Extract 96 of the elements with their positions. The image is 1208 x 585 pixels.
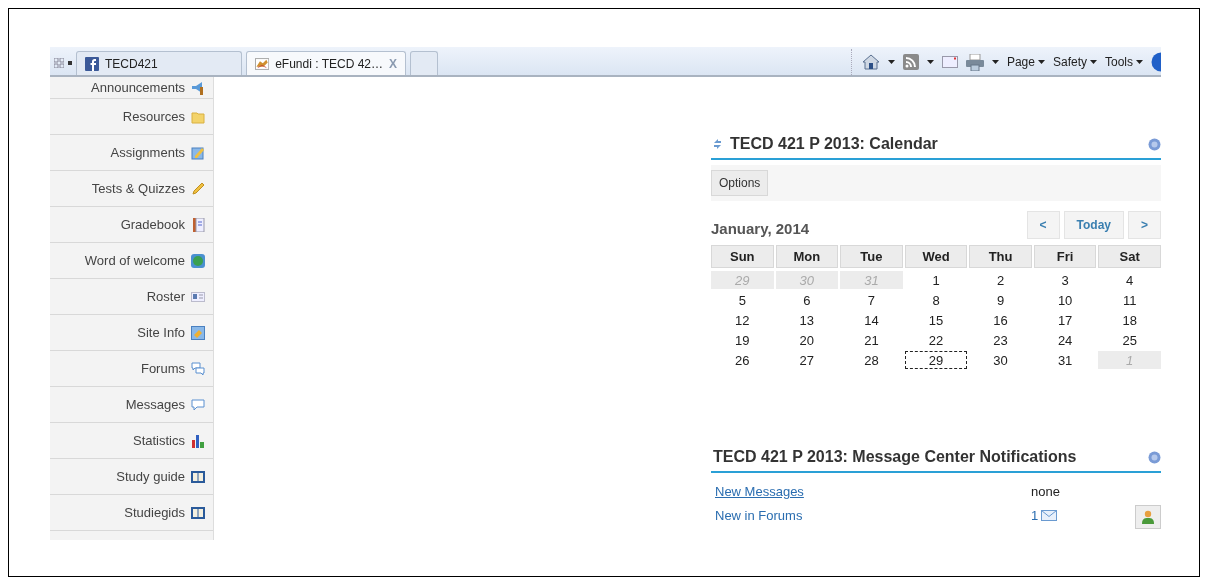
next-button[interactable]: > — [1128, 211, 1161, 239]
sidebar-item[interactable]: Announcements — [50, 77, 213, 99]
calendar-day[interactable]: 29 — [904, 351, 968, 369]
previous-button[interactable]: < — [1026, 211, 1060, 239]
calendar-day[interactable]: 30 — [969, 351, 1032, 369]
calendar-day[interactable]: 10 — [1033, 291, 1097, 309]
pencil-icon — [191, 181, 205, 196]
calendar-day[interactable]: 28 — [840, 351, 903, 369]
calendar-day[interactable]: 24 — [1033, 331, 1097, 349]
home-icon[interactable] — [861, 54, 880, 70]
weekday-header: Tue — [840, 245, 903, 268]
sidebar-item[interactable]: Messages — [50, 387, 213, 423]
calendar-day[interactable]: 17 — [1033, 311, 1097, 329]
menu-button[interactable]: Tools — [1105, 55, 1143, 69]
notification-value: none — [1031, 483, 1060, 499]
bar-chart-icon — [191, 433, 205, 448]
sidebar-item[interactable]: Resources — [50, 99, 213, 135]
open-book-icon — [191, 469, 205, 484]
portlet-title: TECD 421 P 2013: Calendar — [730, 135, 938, 153]
calendar-day[interactable]: 3 — [1033, 271, 1097, 289]
calendar-day[interactable]: 27 — [775, 351, 839, 369]
envelope-icon[interactable] — [1041, 509, 1058, 521]
help-icon[interactable] — [1148, 137, 1161, 151]
weekday-header: Sun — [711, 245, 774, 268]
megaphone-icon — [191, 80, 205, 95]
sidebar-item[interactable]: Statistics — [50, 423, 213, 459]
menu-button[interactable]: Page — [1006, 55, 1045, 69]
options-button[interactable]: Options — [711, 170, 769, 196]
calendar-day[interactable]: 6 — [775, 291, 839, 309]
book-icon — [191, 217, 205, 232]
weekday-header: Mon — [775, 245, 839, 268]
sidebar-item[interactable]: Tests & Quizzes — [50, 171, 213, 207]
month-label: January, 2014 — [711, 220, 810, 237]
card-icon — [191, 289, 205, 304]
calendar-day[interactable]: 16 — [969, 311, 1032, 329]
calendar-day[interactable]: 22 — [904, 331, 968, 349]
weekday-header: Fri — [1033, 245, 1097, 268]
calendar-day[interactable]: 2 — [969, 271, 1032, 289]
calendar-day[interactable]: 4 — [1098, 271, 1161, 289]
sidebar-item[interactable]: Roster — [50, 279, 213, 315]
sidebar-item[interactable]: Study guide — [50, 459, 213, 495]
weekday-header: Thu — [969, 245, 1032, 268]
notification-link[interactable]: New Messages — [711, 483, 804, 499]
sidebar-item[interactable]: Gradebook — [50, 207, 213, 243]
calendar-day[interactable]: 1 — [904, 271, 968, 289]
sidebar-item[interactable]: Studiegids — [50, 495, 213, 531]
calendar-day[interactable]: 13 — [775, 311, 839, 329]
help-icon[interactable] — [1148, 450, 1161, 464]
sidebar-item[interactable]: Word of welcome — [50, 243, 213, 279]
tab-grid-icon[interactable] — [54, 58, 64, 68]
calendar-day[interactable]: 23 — [969, 331, 1032, 349]
browser-tab[interactable]: TECD421 — [76, 51, 242, 75]
calendar-day[interactable]: 26 — [711, 351, 774, 369]
notification-link[interactable]: New in Forums — [711, 507, 803, 523]
mail-icon[interactable] — [941, 56, 958, 68]
person-icon — [1142, 510, 1154, 524]
calendar-day[interactable]: 11 — [1098, 291, 1161, 309]
calendar-day[interactable]: 20 — [775, 331, 839, 349]
tab-title: TECD421 — [105, 56, 158, 71]
tab-title: eFundi : TECD 42… — [275, 56, 383, 71]
facebook-icon — [85, 56, 99, 71]
calendar-day[interactable]: 9 — [969, 291, 1032, 309]
calendar-day[interactable]: 12 — [711, 311, 774, 329]
open-book-icon — [191, 505, 205, 520]
browser-tab[interactable]: eFundi : TECD 42… X — [246, 51, 406, 75]
today-button[interactable]: Today — [1063, 211, 1124, 239]
portlet-title: TECD 421 P 2013: Message Center Notifications — [713, 448, 1077, 466]
info-icon — [191, 325, 205, 340]
printer-icon[interactable] — [965, 53, 984, 71]
calendar-day[interactable]: 14 — [840, 311, 903, 329]
sidebar-item[interactable]: Site Info — [50, 315, 213, 351]
help-icon[interactable] — [1151, 52, 1161, 72]
calendar-day[interactable]: 15 — [904, 311, 968, 329]
sidebar-item[interactable]: Forums — [50, 351, 213, 387]
calendar-day[interactable]: 19 — [711, 331, 774, 349]
calendar-day[interactable]: 8 — [904, 291, 968, 309]
calendar-day[interactable]: 25 — [1098, 331, 1161, 349]
calendar-day[interactable]: 18 — [1098, 311, 1161, 329]
menu-button[interactable]: Safety — [1052, 55, 1097, 69]
sidebar-item[interactable]: Assignments — [50, 135, 213, 171]
efundi-logo-icon — [255, 55, 270, 72]
folder-icon — [191, 109, 205, 124]
edit-icon — [191, 145, 205, 160]
calendar-day[interactable]: 31 — [1033, 351, 1097, 369]
count-link[interactable]: 1 — [1031, 507, 1039, 523]
profile-button[interactable] — [1135, 505, 1161, 529]
refresh-icon[interactable] — [713, 138, 722, 150]
chat-bubble-icon — [191, 397, 205, 412]
calendar-day[interactable]: 21 — [840, 331, 903, 349]
calendar-day[interactable]: 5 — [711, 291, 774, 309]
chat-bubbles-icon — [191, 361, 205, 376]
globe-icon — [191, 253, 205, 268]
weekday-header: Sat — [1098, 245, 1161, 268]
calendar-day[interactable]: 7 — [840, 291, 903, 309]
feed-icon[interactable] — [902, 54, 919, 70]
weekday-header: Wed — [904, 245, 968, 268]
